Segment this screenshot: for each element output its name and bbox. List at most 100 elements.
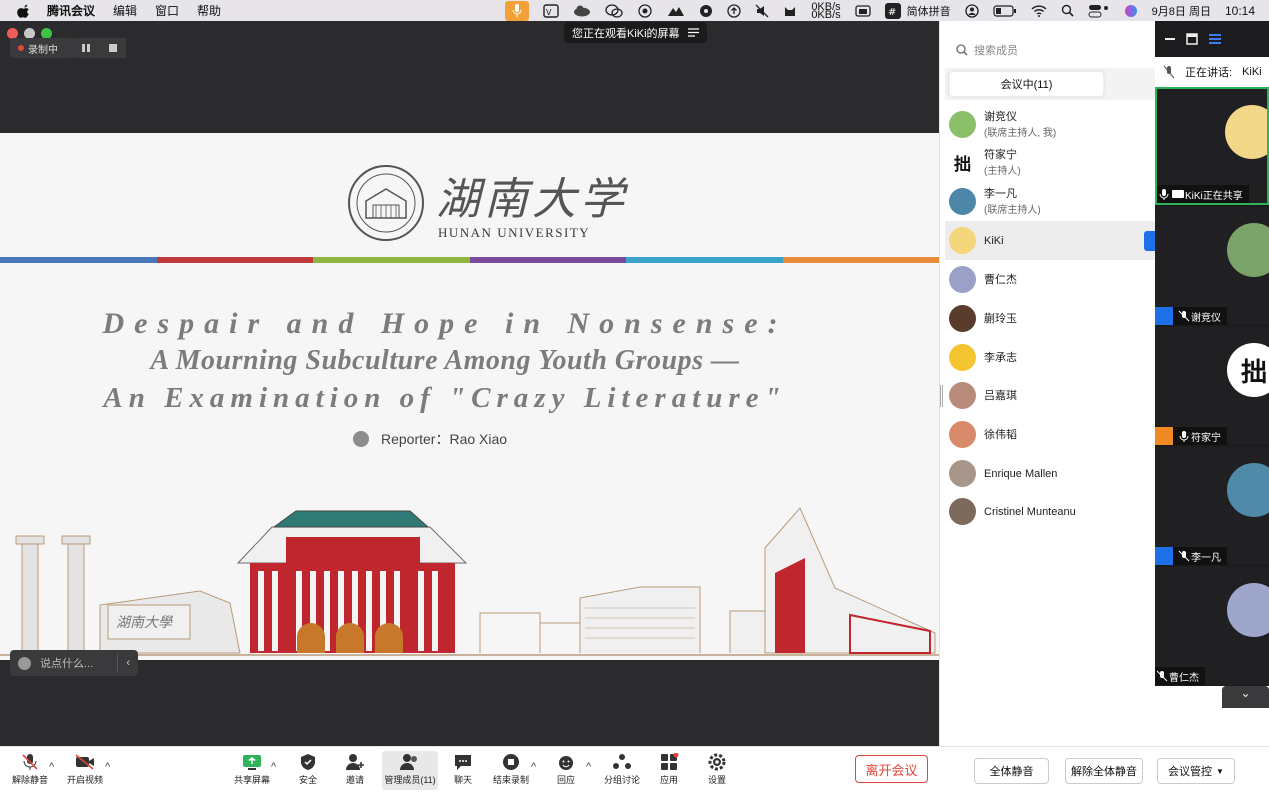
time-display[interactable]: 10:14 [1225, 4, 1255, 18]
slide-reporter: Reporter：Rao Xiao [353, 429, 507, 449]
apps-grid-icon [661, 753, 679, 770]
breakout-rooms-icon [613, 754, 631, 769]
member-search-input[interactable]: 搜索成员 [956, 42, 1018, 58]
member-row[interactable]: 蒯玲玉 [945, 299, 1156, 338]
pause-icon[interactable] [81, 43, 91, 53]
mute-all-button[interactable]: 全体静音 [974, 758, 1049, 784]
menu-window[interactable]: 窗口 [155, 2, 179, 19]
tile-label: 曹仁杰 [1155, 667, 1205, 685]
member-row[interactable]: 吕嘉琪 [945, 376, 1156, 415]
wifi-icon[interactable] [1031, 4, 1047, 17]
member-row[interactable]: 李承志 [945, 338, 1156, 377]
battery-icon[interactable] [993, 4, 1017, 17]
reaction-label: 回应 [556, 775, 575, 785]
vscode-icon[interactable]: V [543, 3, 560, 18]
avatar [949, 227, 976, 254]
caret-up-icon[interactable]: ^ [49, 761, 54, 773]
reporter-text: Reporter：Rao Xiao [381, 431, 508, 447]
emoji-icon[interactable] [18, 656, 31, 670]
list-view-icon[interactable] [1208, 33, 1222, 45]
window-icon[interactable] [1186, 33, 1198, 45]
menu-bar: 腾讯会议 编辑 窗口 帮助 V 0KB/s 0KB/s # 简体拼音 9月8日 周日… [0, 0, 1269, 21]
compass-icon[interactable] [699, 4, 713, 18]
screen-share-icon [1172, 190, 1184, 198]
video-tile[interactable]: 曹仁杰 [1155, 567, 1269, 685]
chevron-down-icon[interactable]: ⌄ [1222, 686, 1269, 708]
recording-indicator[interactable]: 录制中 [10, 38, 73, 58]
apple-icon[interactable] [17, 4, 31, 18]
campus-skyline-illustration: 湖南大學 [0, 507, 939, 656]
leave-meeting-button[interactable]: 离开会议 [855, 755, 928, 783]
member-name: 李承志 [984, 351, 1017, 364]
avatar [949, 111, 976, 138]
divider [117, 654, 119, 672]
member-row[interactable]: 谢竞仪 (联席主持人, 我) [945, 105, 1156, 144]
caret-up-icon[interactable]: ^ [105, 761, 110, 773]
university-name-cn: 湖南大学 [436, 174, 628, 225]
minimize-icon[interactable] [1164, 33, 1176, 45]
chat-bubble-icon [455, 755, 471, 770]
member-row[interactable]: 李一凡 (联席主持人) [945, 182, 1156, 221]
menu-help[interactable]: 帮助 [197, 2, 221, 19]
caret-up-icon[interactable]: ^ [586, 761, 591, 773]
add-person-icon [346, 754, 364, 770]
unmute-all-button[interactable]: 解除全体静音 [1065, 758, 1143, 784]
settings-button[interactable]: 设置 [689, 753, 745, 786]
control-center-icon[interactable] [1088, 4, 1110, 18]
recording-controls [73, 38, 126, 58]
invite-button[interactable]: 邀请 [327, 753, 383, 786]
caret-up-icon[interactable]: ^ [531, 761, 536, 773]
member-row[interactable]: Enrique Mallen [945, 454, 1156, 493]
member-row[interactable]: 拙符家宁 (主持人) [945, 143, 1156, 182]
presentation-slide: 湖南大学 HUNAN UNIVERSITY Despair and Hope i… [0, 133, 939, 660]
manage-members-button[interactable]: 管理成员(11) [382, 751, 438, 790]
tile-label: 谢竞仪 [1155, 307, 1227, 325]
member-row[interactable]: 曹仁杰 [945, 260, 1156, 299]
chevron-left-icon[interactable]: ‹ [126, 657, 130, 669]
upload-circle-icon[interactable] [727, 3, 741, 18]
unmute-label: 解除静音 [11, 775, 48, 785]
panel-resize-handle[interactable] [940, 385, 943, 407]
user-icon[interactable] [965, 3, 979, 18]
cat-icon[interactable] [783, 4, 797, 18]
caret-up-icon[interactable]: ^ [271, 761, 276, 773]
stop-icon[interactable] [108, 43, 118, 53]
member-name: 谢竞仪 [984, 111, 1017, 123]
cc-icon[interactable] [637, 3, 653, 18]
chat-quick-input[interactable]: 说点什么... ‹ [10, 650, 138, 676]
mic-status[interactable] [505, 0, 530, 21]
breakout-label: 分组讨论 [603, 775, 640, 785]
date-display[interactable]: 9月8日 周日 [1152, 3, 1211, 19]
member-row[interactable]: 徐伟韬 [945, 415, 1156, 454]
avatar [949, 498, 976, 525]
svg-text:#: # [888, 7, 896, 18]
wechat-icon[interactable] [605, 3, 623, 18]
microphone-muted-icon [22, 754, 38, 770]
input-method[interactable]: # 简体拼音 [884, 2, 951, 19]
spotlight-search-icon[interactable] [1061, 4, 1074, 17]
mountain-icon[interactable] [667, 5, 685, 17]
mute-speaker-icon[interactable] [755, 4, 769, 18]
member-name: 曹仁杰 [984, 273, 1017, 286]
member-row[interactable]: Cristinel Munteanu [945, 492, 1156, 531]
member-name: 蒯玲玉 [984, 312, 1017, 325]
gear-icon [708, 753, 726, 771]
camera-off-icon [75, 754, 94, 770]
video-tile[interactable]: 李一凡 [1155, 447, 1269, 565]
member-row[interactable]: KiKi [945, 221, 1156, 260]
video-tile[interactable]: 谢竞仪 [1155, 207, 1269, 325]
siri-icon[interactable] [1124, 4, 1138, 18]
video-tile[interactable]: 拙符家宁 [1155, 327, 1269, 445]
window-icon[interactable] [855, 4, 871, 17]
co-host-badge-icon [1155, 307, 1173, 325]
cloud-icon[interactable] [573, 5, 591, 17]
tab-in-meeting[interactable]: 会议中(11) [949, 71, 1104, 97]
record-label: 结束录制 [492, 775, 529, 785]
meeting-control-dropdown[interactable]: 会议管控 ▼ [1157, 758, 1235, 784]
menu-app-name[interactable]: 腾讯会议 [47, 2, 95, 19]
watching-banner[interactable]: 您正在观看KiKi的屏幕 [564, 22, 707, 43]
video-tile[interactable]: KiKi正在共享 [1155, 87, 1269, 205]
member-name: 吕嘉琪 [984, 389, 1017, 402]
menu-edit[interactable]: 编辑 [113, 2, 137, 19]
avatar [949, 188, 976, 215]
